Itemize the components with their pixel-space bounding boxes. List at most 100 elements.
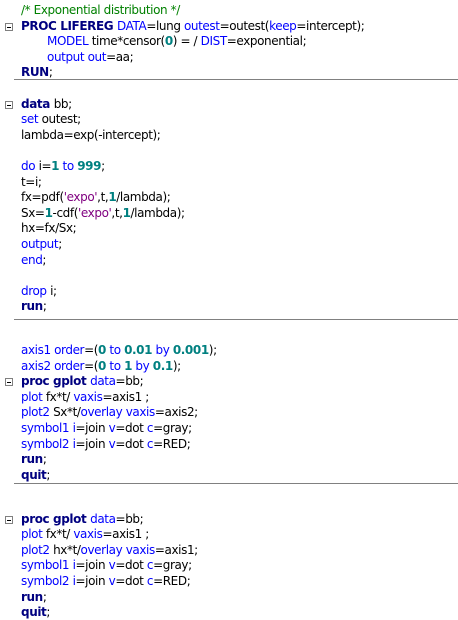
code-token-txt: );	[208, 343, 217, 358]
code-line[interactable]: symbol1 i=join v=dot c=gray;	[21, 421, 192, 436]
code-token-stmt: plot2	[21, 405, 54, 420]
code-line[interactable]: hx=fx/Sx;	[21, 221, 77, 236]
code-token-stmt: plot2	[21, 542, 54, 557]
code-token-txt: Sx*t/	[53, 405, 81, 420]
code-token-txt: =RED;	[153, 573, 191, 588]
code-line[interactable]: PROC LIFEREG DATA=lung outest=outest(kee…	[21, 18, 365, 34]
code-token-txt: hx*t/	[53, 542, 81, 557]
code-token-num: 1	[124, 358, 133, 373]
code-line[interactable]: quit;	[21, 605, 50, 620]
code-token-num: 0	[98, 343, 106, 358]
code-token-txt: =join	[75, 573, 109, 588]
code-token-txt: =gray;	[153, 558, 192, 573]
code-token-cmt: /* Exponential distribution */	[21, 3, 180, 17]
code-line[interactable]: drop i;	[21, 284, 57, 299]
code-token-txt: i;	[50, 283, 57, 298]
code-line[interactable]: MODEL time*censor(0) = / DIST=exponentia…	[47, 34, 307, 49]
code-token-txt: =dot	[115, 436, 147, 451]
code-token-txt: =exponential;	[226, 34, 307, 49]
code-token-txt: ) = /	[172, 34, 201, 49]
code-line[interactable]: Sx=1-cdf('expo',t,1/lambda);	[21, 206, 185, 221]
code-token-num: 0.001	[172, 343, 209, 358]
code-line[interactable]: plot fx*t/ vaxis=axis1 ;	[21, 390, 149, 405]
code-token-num: 999	[77, 159, 102, 173]
code-token-num: 0.1	[152, 358, 173, 373]
code-token-stmt: output out	[47, 49, 107, 64]
code-token-stmt: by	[152, 343, 173, 358]
code-token-stmt: drop	[21, 283, 51, 298]
code-token-stmt: DIST	[200, 34, 228, 49]
code-line[interactable]: symbol1 i=join v=dot c=gray;	[21, 558, 192, 573]
code-line[interactable]: do i=1 to 999;	[21, 159, 105, 174]
code-line[interactable]: output out=aa;	[47, 49, 134, 65]
code-token-stmt: vaxis	[73, 389, 103, 404]
code-token-stmt: set	[21, 112, 42, 127]
code-token-txt: i=	[38, 159, 52, 173]
code-line[interactable]: run;	[21, 452, 47, 467]
code-token-num: 1	[51, 159, 60, 173]
code-token-stmt: end	[21, 252, 43, 267]
code-line[interactable]: t=i;	[21, 175, 42, 190]
code-token-txt: ;	[42, 252, 47, 267]
code-token-kw: quit	[21, 467, 47, 482]
code-token-kw: proc gplot	[21, 374, 91, 389]
code-token-txt: ;	[42, 299, 47, 314]
code-token-txt: =dot	[115, 421, 147, 436]
code-line[interactable]: run;	[21, 590, 47, 605]
code-token-kw: quit	[21, 605, 47, 620]
code-token-stmt: do	[21, 159, 39, 173]
code-line[interactable]: symbol2 i=join v=dot c=RED;	[21, 436, 191, 452]
code-token-stmt: MODEL	[47, 34, 92, 49]
code-editor[interactable]: /* Exponential distribution */PROC LIFER…	[0, 0, 458, 620]
code-token-stmt: axis1 order	[21, 343, 85, 358]
code-token-txt: t=i;	[21, 174, 42, 189]
code-line[interactable]: quit;	[21, 468, 50, 483]
code-line[interactable]: lambda=exp(-intercept);	[21, 128, 161, 143]
collapse-block-icon[interactable]	[5, 22, 13, 31]
code-token-str: 'expo'	[77, 205, 112, 220]
code-token-txt: );	[172, 358, 181, 373]
code-token-txt: /lambda);	[130, 205, 186, 220]
code-line[interactable]: plot fx*t/ vaxis=axis1 ;	[21, 527, 149, 542]
code-token-txt: =(	[84, 343, 99, 358]
code-token-stmt: to	[59, 159, 78, 173]
code-line[interactable]: proc gplot data=bb;	[21, 374, 144, 389]
code-token-stmt: keep	[269, 18, 297, 33]
code-token-txt: =join	[75, 436, 109, 451]
code-line[interactable]: symbol2 i=join v=dot c=RED;	[21, 573, 191, 589]
code-line[interactable]: /* Exponential distribution */	[21, 3, 180, 18]
code-token-stmt: symbol1 i	[21, 558, 76, 573]
code-line[interactable]: proc gplot data=bb;	[21, 512, 144, 527]
code-token-stmt: symbol2 i	[21, 573, 76, 588]
code-token-txt: outest;	[41, 112, 82, 127]
code-token-stmt: outest	[183, 18, 220, 33]
code-token-txt: =join	[75, 421, 109, 436]
code-line[interactable]: run;	[21, 299, 47, 314]
code-token-txt: Sx=	[21, 205, 45, 220]
code-token-txt: ;	[101, 159, 105, 173]
code-line[interactable]: data bb;	[21, 97, 72, 112]
section-divider	[14, 319, 458, 321]
code-token-stmt: overlay vaxis	[80, 542, 156, 557]
code-token-num: 1	[122, 205, 131, 220]
collapse-block-icon[interactable]	[5, 515, 13, 524]
code-token-txt: ,t,	[97, 190, 109, 205]
code-line[interactable]: plot2 Sx*t/overlay vaxis=axis2;	[21, 405, 198, 420]
code-token-txt: ;	[48, 65, 53, 80]
code-line[interactable]: axis1 order=(0 to 0.01 by 0.001);	[21, 343, 217, 358]
code-line[interactable]: end;	[21, 253, 46, 268]
code-line[interactable]: set outest;	[21, 112, 81, 127]
code-line[interactable]: fx=pdf('expo',t,1/lambda);	[21, 190, 171, 205]
code-token-txt: ;	[42, 452, 47, 467]
code-line[interactable]: plot2 hx*t/overlay vaxis=axis1;	[21, 543, 198, 558]
code-token-txt: =axis1;	[154, 542, 198, 557]
code-token-txt: /lambda);	[116, 190, 171, 205]
collapse-block-icon[interactable]	[5, 100, 13, 109]
code-token-txt: time*censor(	[91, 34, 166, 49]
code-token-txt: =aa;	[106, 49, 134, 64]
code-token-stmt: plot	[21, 389, 46, 404]
code-line[interactable]: axis2 order=(0 to 1 by 0.1);	[21, 359, 181, 374]
code-line[interactable]: output;	[21, 237, 62, 252]
code-token-stmt: to	[105, 358, 125, 373]
collapse-block-icon[interactable]	[5, 378, 13, 387]
